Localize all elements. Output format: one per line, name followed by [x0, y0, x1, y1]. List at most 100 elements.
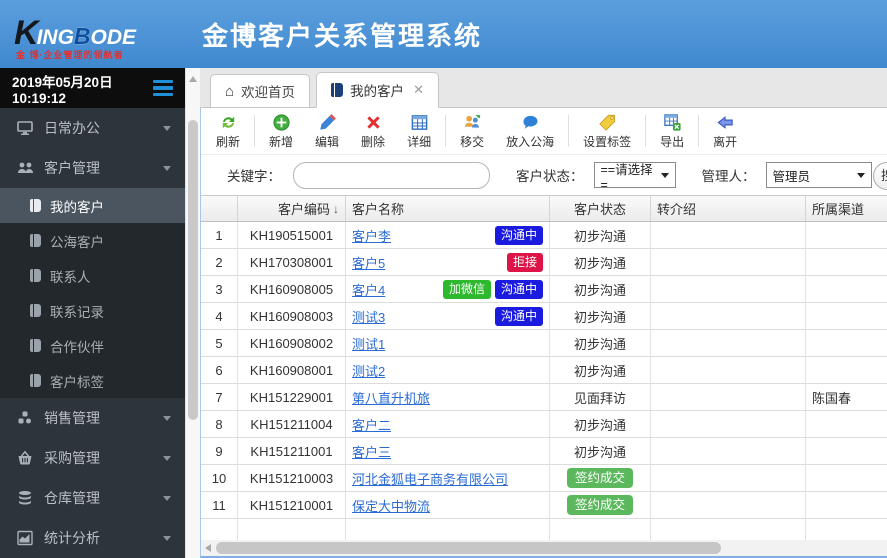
- status-badge: 沟通中: [495, 280, 543, 299]
- put-to-public-sea-button[interactable]: 放入公海: [495, 111, 565, 152]
- sidebar-item-sales-mgmt[interactable]: 销售管理: [0, 398, 185, 438]
- manager-select[interactable]: 管理员: [766, 162, 872, 188]
- leave-button[interactable]: 离开: [702, 111, 748, 152]
- edit-button[interactable]: 编辑: [304, 111, 350, 152]
- detail-button[interactable]: 详细: [396, 111, 442, 152]
- delete-button[interactable]: 删除: [350, 111, 396, 152]
- close-icon[interactable]: ✕: [413, 82, 424, 98]
- channel-cell: [806, 465, 887, 491]
- set-tag-button[interactable]: 设置标签: [572, 111, 642, 152]
- manager-label: 管理人：: [702, 165, 756, 185]
- sidebar-item-my-customers[interactable]: 我的客户: [0, 188, 185, 223]
- referral-cell: [651, 249, 806, 275]
- sidebar-item-partners[interactable]: 合作伙伴: [0, 328, 185, 363]
- column-header-referral[interactable]: 转介绍: [651, 196, 806, 221]
- table-row[interactable]: 7 KH151229001 第八直升机旅 见面拜访 陈国春: [201, 384, 887, 411]
- chevron-down-icon: [661, 173, 669, 178]
- customer-link[interactable]: 客户4: [352, 280, 385, 299]
- chevron-down-icon: [163, 456, 171, 461]
- tab-my-customers[interactable]: 我的客户 ✕: [316, 72, 439, 108]
- sidebar-item-daily-office[interactable]: 日常办公: [0, 108, 185, 148]
- tab-welcome-home[interactable]: ⌂ 欢迎首页: [210, 74, 310, 107]
- search-button[interactable]: 搜: [873, 162, 887, 190]
- column-header-channel[interactable]: 所属渠道: [806, 196, 887, 221]
- sidebar-scrollbar[interactable]: [185, 68, 200, 558]
- table-row[interactable]: 3 KH160908005 客户4 加微信沟通中 初步沟通: [201, 276, 887, 303]
- horizontal-scrollbar[interactable]: [201, 540, 887, 556]
- filter-bar: 关键字： 客户状态： ==请选择= 管理人： 管理员 搜: [201, 154, 887, 195]
- customer-link[interactable]: 测试1: [352, 334, 385, 353]
- datetime-bar: 2019年05月20日 10:19:12: [0, 68, 185, 108]
- sidebar-item-warehouse-mgmt[interactable]: 仓库管理: [0, 478, 185, 518]
- customer-status: 初步沟通: [550, 357, 651, 383]
- keyword-input[interactable]: [293, 162, 490, 189]
- column-header-customer-name[interactable]: 客户名称: [346, 196, 550, 221]
- customer-code: KH160908001: [238, 357, 346, 383]
- transfer-button[interactable]: 移交: [449, 111, 495, 152]
- table-row[interactable]: 9 KH151211001 客户三 初步沟通: [201, 438, 887, 465]
- customer-link[interactable]: 客户5: [352, 253, 385, 272]
- customer-link[interactable]: 测试2: [352, 361, 385, 380]
- cubes-icon: [14, 410, 36, 426]
- refresh-button[interactable]: 刷新: [205, 111, 251, 152]
- toolbar-button-label: 刷新: [216, 133, 240, 150]
- customer-link[interactable]: 客户李: [352, 226, 391, 245]
- sidebar-item-public-sea-customers[interactable]: 公海客户: [0, 223, 185, 258]
- column-header-customer-code[interactable]: 客户编码 ↓: [238, 196, 346, 221]
- logo-letters-ing: ING: [37, 26, 74, 49]
- sidebar-scrollbar-thumb[interactable]: [188, 120, 198, 420]
- book-icon: [30, 199, 41, 212]
- row-index: 9: [201, 438, 238, 464]
- select-value: 管理员: [773, 166, 811, 185]
- column-header-label: 转介绍: [657, 199, 696, 218]
- customer-status-select[interactable]: ==请选择=: [594, 162, 676, 188]
- sidebar-item-label: 采购管理: [44, 448, 163, 468]
- scroll-up-arrow-icon[interactable]: [189, 76, 197, 82]
- datetime-text: 2019年05月20日 10:19:12: [12, 71, 153, 106]
- table-row[interactable]: 11 KH151210001 保定大中物流 签约成交: [201, 492, 887, 519]
- chevron-down-icon: [857, 173, 865, 178]
- add-button[interactable]: 新增: [258, 111, 304, 152]
- export-button[interactable]: 导出: [649, 111, 695, 152]
- customer-link[interactable]: 客户二: [352, 415, 391, 434]
- customer-status-cell: 签约成交: [550, 465, 651, 491]
- customer-link[interactable]: 客户三: [352, 442, 391, 461]
- sidebar-item-purchase-mgmt[interactable]: 采购管理: [0, 438, 185, 478]
- table-row[interactable]: 2 KH170308001 客户5 拒接 初步沟通: [201, 249, 887, 276]
- column-header-label: 客户名称: [352, 199, 404, 218]
- table-row[interactable]: 4 KH160908003 测试3 沟通中 初步沟通: [201, 303, 887, 330]
- logo-letter-k: K: [14, 14, 37, 52]
- sidebar-item-customer-tags[interactable]: 客户标签: [0, 363, 185, 398]
- status-badge: 沟通中: [495, 307, 543, 326]
- customer-code: KH160908005: [238, 276, 346, 302]
- sidebar-item-contact-records[interactable]: 联系记录: [0, 293, 185, 328]
- customers-grid: 客户编码 ↓ 客户名称 客户状态 转介绍 所属渠道 1 KH190515001 …: [201, 195, 887, 556]
- sidebar-item-contacts[interactable]: 联系人: [0, 258, 185, 293]
- customer-link[interactable]: 测试3: [352, 307, 385, 326]
- table-row[interactable]: 8 KH151211004 客户二 初步沟通: [201, 411, 887, 438]
- table-row[interactable]: 1 KH190515001 客户李 沟通中 初步沟通: [201, 222, 887, 249]
- customer-name-cell: 河北金狐电子商务有限公司: [346, 465, 550, 491]
- horizontal-scrollbar-thumb[interactable]: [216, 542, 721, 554]
- scroll-left-arrow-icon[interactable]: [205, 544, 211, 552]
- referral-cell: [651, 222, 806, 248]
- customer-link[interactable]: 保定大中物流: [352, 496, 430, 515]
- customer-mgmt-submenu: 我的客户 公海客户 联系人 联系记录 合作伙伴: [0, 188, 185, 398]
- referral-cell: [651, 357, 806, 383]
- menu-toggle-icon[interactable]: [153, 80, 173, 97]
- table-row[interactable]: 10 KH151210003 河北金狐电子商务有限公司 签约成交: [201, 465, 887, 492]
- users-icon: [14, 160, 36, 176]
- sidebar-item-customer-mgmt[interactable]: 客户管理: [0, 148, 185, 188]
- customer-status-label: 客户状态：: [516, 165, 584, 185]
- sidebar-item-statistics[interactable]: 统计分析: [0, 518, 185, 558]
- toolbar: 刷新 新增 编辑 删除 详细: [201, 108, 887, 154]
- customer-code: KH151210001: [238, 492, 346, 518]
- table-row[interactable]: 5 KH160908002 测试1 初步沟通: [201, 330, 887, 357]
- company-logo: KINGBODE 金 博·企业管理的领航者: [8, 8, 198, 60]
- customer-link[interactable]: 河北金狐电子商务有限公司: [352, 469, 508, 488]
- customer-name-cell: 客户5 拒接: [346, 249, 550, 275]
- customer-link[interactable]: 第八直升机旅: [352, 388, 430, 407]
- toolbar-separator: [568, 115, 569, 147]
- table-row[interactable]: 6 KH160908001 测试2 初步沟通: [201, 357, 887, 384]
- column-header-customer-status[interactable]: 客户状态: [550, 196, 651, 221]
